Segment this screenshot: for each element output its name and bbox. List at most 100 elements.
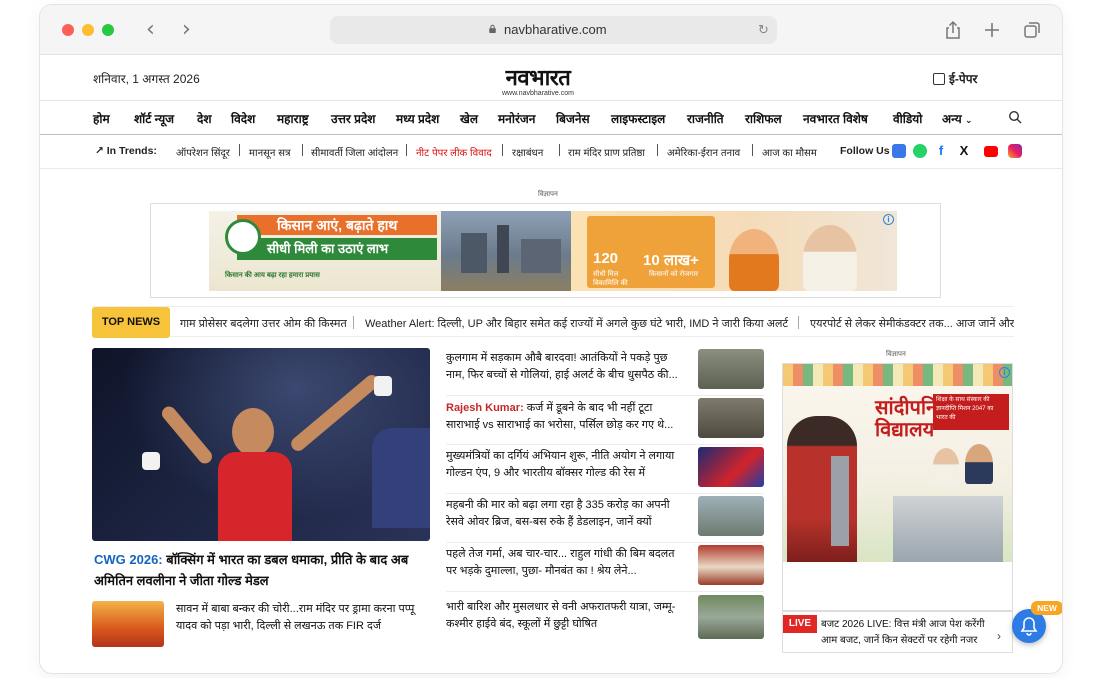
trend-item[interactable]: मानसून सत्र [249,145,291,159]
trends-label: ↗ In Trends: [95,145,157,157]
ad-creative: किसान आएं, बढ़ाते हाथ सीधी मिली का उठाएं… [209,211,897,291]
screen: ‹ › navbharative.com ↻ शनिवार, 1 अगस्त 2… [0,0,1102,678]
ad-person-image [729,229,779,291]
headline-thumbnail[interactable] [698,595,764,639]
trend-item[interactable]: रक्षाबंधन [512,145,543,159]
live-news-strip[interactable]: LIVE बजट 2026 LIVE: वित्त मंत्री आज पेश … [782,611,1013,653]
sub-story-thumbnail[interactable] [92,601,164,647]
lead-story-title[interactable]: CWG 2026: बॉक्सिंग में भारत का डबल धमाका… [94,549,434,591]
trend-item[interactable]: ऑपरेशन सिंदूर [176,145,230,159]
top-news-ticker: TOP NEWS गाम प्रोसेसर बदलेगा उत्तर ओम की… [92,306,1014,338]
ticker-item[interactable]: गाम प्रोसेसर बदलेगा उत्तर ओम की किस्मत [180,316,347,331]
headline-item[interactable]: महबनी की मार को बढ़ा लगा रहा है 335 करोड… [446,497,686,531]
zoom-window-button[interactable] [102,24,114,36]
trending-icon: ↗ [95,145,104,157]
share-icon[interactable] [943,20,963,40]
headline-text: पहले तेज गर्मा, अब चार-चार... राहुल गांध… [446,548,675,577]
address-bar[interactable]: navbharative.com ↻ [330,16,777,44]
ad-stat-1-label: सीधी मिल बिकामिलि की [593,271,628,287]
headline-thumbnail[interactable] [698,447,764,487]
live-news-text: बजट 2026 LIVE: वित्त मंत्री आज पेश करेंग… [821,619,985,646]
headline-text: भारी बारिश और मुसलधार से वनी अफरातफरी या… [446,601,676,630]
epaper-label: ई-पेपर [949,72,978,86]
url-text: navbharative.com [504,22,607,37]
nav-item-video[interactable]: वीडियो [893,110,922,127]
trends-label-text: In Trends: [106,145,157,157]
whatsapp-icon[interactable] [913,144,927,158]
top-ad-banner[interactable]: किसान आएं, बढ़ाते हाथ सीधी मिली का उठाएं… [150,203,941,298]
ad-school-subtitle: शिक्षा के साथ संस्कार की ज्ञानदीप्ति मिश… [933,394,1009,430]
headline-item[interactable]: पहले तेज गर्मा, अब चार-चार... राहुल गांध… [446,546,686,580]
headline-item[interactable]: मुख्यमंत्रियों का दर्गियं अभियान शुरू, न… [446,448,686,482]
back-arrow-icon[interactable]: ‹ [146,18,155,42]
reload-icon[interactable]: ↻ [758,22,769,38]
facebook-icon[interactable]: f [934,144,948,158]
chevron-down-icon: ⌄ [965,115,973,125]
nav-item-manoranjan[interactable]: मनोरंजन [498,110,535,127]
ad-info-icon[interactable]: i [999,367,1010,378]
ticker-item[interactable]: Weather Alert: दिल्ली, UP और बिहार समेत … [365,316,788,331]
nav-item-khel[interactable]: खेल [460,110,478,127]
lead-story-image[interactable] [92,348,430,541]
ad-factory-image [441,211,571,291]
headline-keyword: Rajesh Kumar: [446,402,524,414]
follow-us-label: Follow Us [840,145,890,157]
nav-item-maharashtra[interactable]: महाराष्ट्र [277,110,309,127]
search-icon[interactable] [1008,110,1022,124]
headline-thumbnail[interactable] [698,496,764,536]
nav-item-videsh[interactable]: विदेश [231,110,255,127]
headline-text: मुख्यमंत्रियों का दर्गियं अभियान शुरू, न… [446,450,675,479]
sub-story-title[interactable]: सावन में बाबा बन्कर की चोरी...राम मंदिर … [176,601,434,635]
nav-item-business[interactable]: बिजनेस [556,110,590,127]
new-tab-icon[interactable] [982,20,1002,40]
trend-separator [302,144,303,156]
trend-item[interactable]: अमेरिका-ईरान तनाव [667,145,740,159]
headline-divider [446,493,764,494]
nav-item-uttar-pradesh[interactable]: उत्तर प्रदेश [331,110,375,127]
nav-item-lifestyle[interactable]: लाइफस्टाइल [611,110,665,127]
epaper-icon [933,73,945,85]
nav-item-madhya-pradesh[interactable]: मध्य प्रदेश [396,110,439,127]
headline-item[interactable]: Rajesh Kumar: कर्ज में डूबने के बाद भी न… [446,400,686,434]
site-logo[interactable]: नवभारत www.navbharative.com [492,62,584,97]
nav-item-rajniti[interactable]: राजनीति [687,110,724,127]
instagram-icon[interactable] [1008,144,1022,158]
headline-thumbnail[interactable] [698,545,764,585]
current-date: शनिवार, 1 अगस्त 2026 [93,72,200,86]
headline-thumbnail[interactable] [698,398,764,438]
tab-overview-icon[interactable] [1022,20,1042,40]
nav-item-home[interactable]: होम [93,110,110,127]
nav-item-navbharat-vishesh[interactable]: नवभारत विशेष [803,110,868,127]
trend-separator [559,144,560,156]
google-news-icon[interactable] [892,144,906,158]
nav-item-desh[interactable]: देश [197,110,212,127]
trend-item[interactable]: आज का मौसम [762,145,817,159]
ad-stat-2-label: किसानों को रोजगार [649,271,698,278]
trend-item-highlighted[interactable]: नीट पेपर लीक विवाद [416,145,492,159]
headline-item[interactable]: कुलगाम में सड़काम औबै बारदवा! आतंकियों न… [446,350,686,384]
forward-arrow-icon[interactable]: › [182,18,191,42]
nav-item-short-news[interactable]: शॉर्ट न्यूज [134,110,174,127]
right-ad-banner[interactable]: सांदीपनि विद्यालय शिक्षा के साथ संस्कार क… [782,363,1013,611]
chevron-right-icon[interactable]: › [997,629,1001,643]
ad-left-panel: किसान आएं, बढ़ाते हाथ सीधी मिली का उठाएं… [209,211,441,291]
headline-item[interactable]: भारी बारिश और मुसलधार से वनी अफरातफरी या… [446,599,686,633]
site-header: शनिवार, 1 अगस्त 2026 नवभारत www.navbhara… [40,55,1062,101]
x-twitter-icon[interactable]: X [957,144,971,158]
nav-item-more[interactable]: अन्य ⌄ [942,110,973,127]
lead-story-keyword: CWG 2026: [94,552,163,567]
headline-divider [446,542,764,543]
ticker-item[interactable]: एयरपोर्ट से लेकर सेमीकंडक्टर तक... आज जा… [810,316,1014,331]
epaper-link[interactable]: ई-पेपर [933,70,977,87]
ad-info-icon[interactable]: i [883,214,894,225]
trend-item[interactable]: राम मंदिर प्राण प्रतिष्ठा [568,145,645,159]
youtube-icon[interactable] [984,146,998,157]
close-window-button[interactable] [62,24,74,36]
trend-separator [406,144,407,156]
headline-thumbnail[interactable] [698,349,764,389]
trend-item[interactable]: सीमावर्ती जिला आंदोलन [311,145,398,159]
minimize-window-button[interactable] [82,24,94,36]
government-emblem-icon [225,219,261,255]
ticker-separator [798,316,799,329]
nav-item-rashifal[interactable]: राशिफल [745,110,782,127]
